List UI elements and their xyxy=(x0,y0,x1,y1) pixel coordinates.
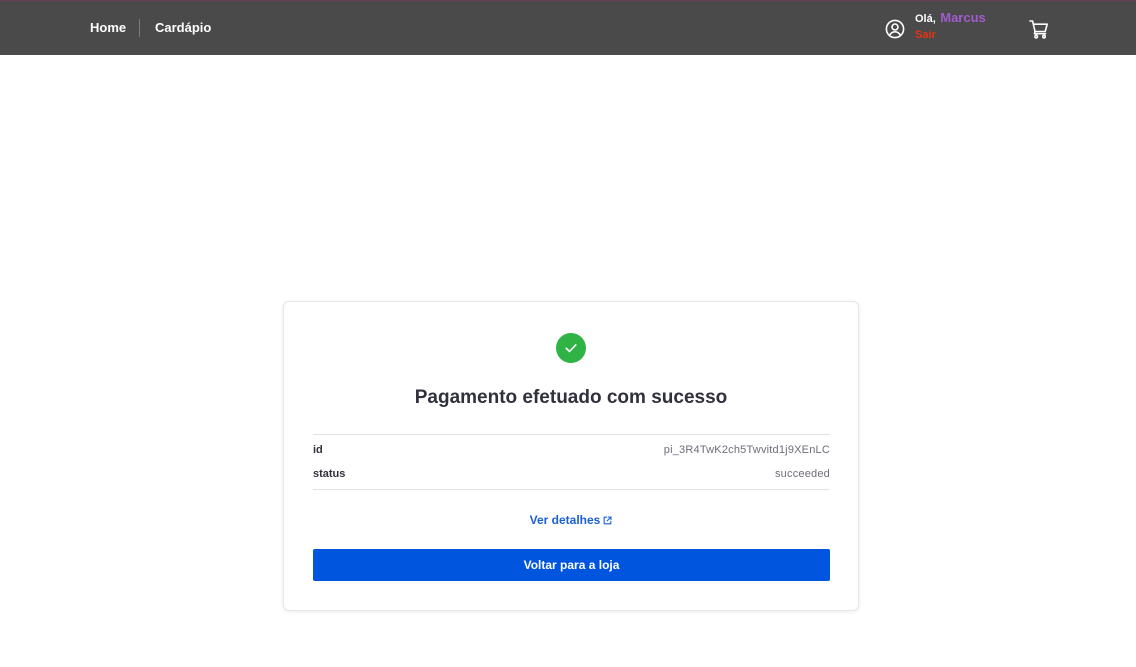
detail-value: succeeded xyxy=(774,468,830,480)
detail-value: pi_3R4TwK2ch5Twvitd1j9XEnLC xyxy=(663,444,830,456)
payment-success-card: Pagamento efetuado com sucesso id pi_3R4… xyxy=(283,301,859,611)
greeting-prefix: Olá, xyxy=(915,13,936,25)
view-details-label: Ver detalhes xyxy=(529,513,601,527)
logout-link[interactable]: Sair xyxy=(915,29,936,41)
detail-key: id xyxy=(313,444,323,456)
nav-menu-link[interactable]: Cardápio xyxy=(155,20,211,36)
user-circle-icon[interactable] xyxy=(885,19,905,39)
user-name: Marcus xyxy=(940,10,986,25)
nav-divider xyxy=(139,19,140,37)
view-details-link[interactable]: Ver detalhes xyxy=(284,512,858,528)
payment-title: Pagamento efetuado com sucesso xyxy=(414,387,728,408)
nav-home-link[interactable]: Home xyxy=(90,20,126,36)
detail-row-status: status succeeded xyxy=(313,466,830,482)
check-circle-icon xyxy=(556,333,586,363)
detail-row-id: id pi_3R4TwK2ch5Twvitd1j9XEnLC xyxy=(313,442,830,458)
external-link-icon xyxy=(603,513,612,525)
user-greeting: Olá, Marcus xyxy=(915,10,986,26)
top-navbar: Home Cardápio Olá, Marcus Sair xyxy=(0,0,1136,55)
detail-key: status xyxy=(313,468,346,480)
back-to-store-button[interactable]: Voltar para a loja xyxy=(313,549,830,581)
payment-details-table: id pi_3R4TwK2ch5Twvitd1j9XEnLC status su… xyxy=(313,434,830,490)
shopping-cart-icon[interactable] xyxy=(1028,18,1050,40)
